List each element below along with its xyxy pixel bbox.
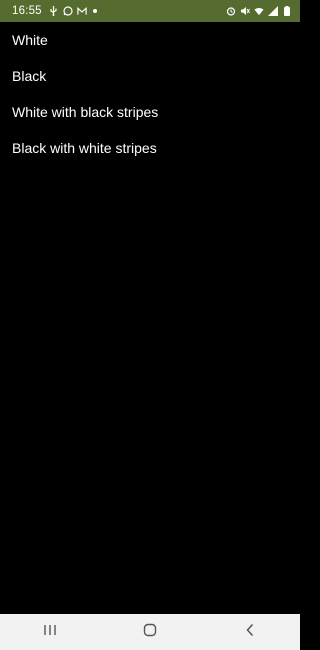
home-icon [143,623,157,642]
list-item-white-with-black-stripes[interactable]: White with black stripes [0,94,300,130]
recent-apps-button[interactable] [20,614,80,650]
gmail-icon [77,6,87,16]
notification-dot-icon [92,9,97,13]
wifi-icon [254,6,264,16]
list-item-black-with-white-stripes[interactable]: Black with white stripes [0,130,300,166]
alarm-icon [226,6,236,16]
whatsapp-icon [63,6,73,16]
option-list: White Black White with black stripes Bla… [0,22,300,166]
navigation-bar [0,614,300,650]
list-item-label: White [12,32,48,48]
list-item-label: Black [12,68,47,84]
status-right [226,6,292,16]
back-button[interactable] [220,614,280,650]
status-left: 16:55 [12,5,97,17]
back-icon [245,623,255,642]
status-time: 16:55 [12,5,42,17]
status-bar: 16:55 [0,0,300,22]
usb-icon [49,6,59,16]
battery-icon [282,6,292,16]
list-item-label: Black with white stripes [12,140,157,156]
home-button[interactable] [120,614,180,650]
list-item-label: White with black stripes [12,104,159,120]
screen: 16:55 White Black White with black strip… [0,0,300,650]
list-item-black[interactable]: Black [0,58,300,94]
list-item-white[interactable]: White [0,22,300,58]
mute-icon [240,6,250,16]
recent-apps-icon [43,623,57,641]
signal-icon [268,6,278,16]
